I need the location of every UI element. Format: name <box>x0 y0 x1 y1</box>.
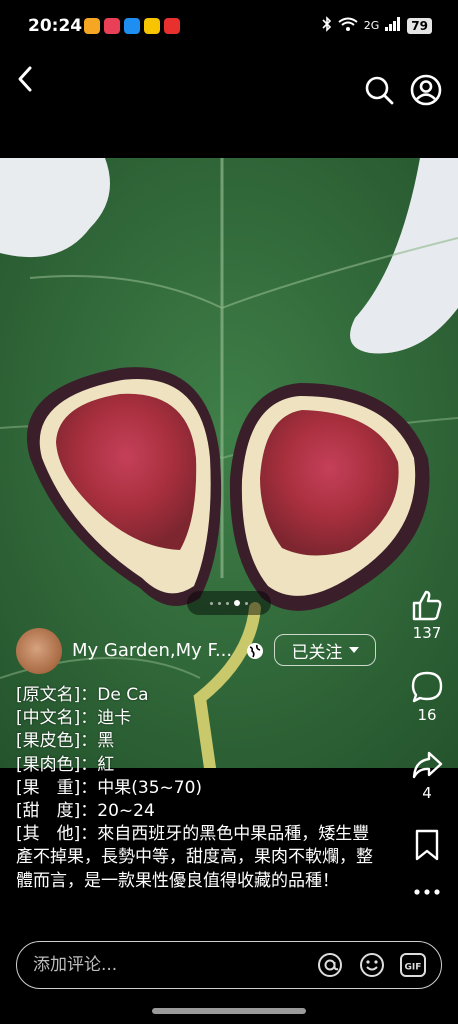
post-caption: [原文名]：De Ca [中文名]：迪卡 [果皮色]：黑 [果肉色]：紅 [果 … <box>16 684 376 893</box>
author-name[interactable]: My Garden,My F... <box>72 640 232 661</box>
caption-line: [中文名]：迪卡 <box>16 708 132 729</box>
chevron-down-icon <box>348 647 359 653</box>
chevron-left-icon <box>18 66 32 92</box>
notification-icons <box>84 18 180 34</box>
app-notification-icon <box>84 18 100 34</box>
pager-dot <box>210 601 213 605</box>
comment-button[interactable]: 16 <box>402 670 452 724</box>
bookmark-button[interactable] <box>402 828 452 862</box>
profile-icon <box>410 74 442 106</box>
signal-icon <box>385 17 401 34</box>
pager-dot-active <box>234 600 240 606</box>
fig-photo-illustration <box>0 158 458 768</box>
pager-dot <box>245 601 248 605</box>
status-bar: 20:24 2G 79 <box>0 0 458 56</box>
follow-button[interactable]: 已关注 <box>274 634 376 666</box>
profile-button[interactable] <box>410 74 442 106</box>
gif-icon: GIF <box>400 953 426 977</box>
status-time: 20:24 <box>28 16 83 36</box>
back-button[interactable] <box>12 62 40 96</box>
mention-button[interactable] <box>317 952 343 978</box>
emoji-icon <box>360 953 384 977</box>
emoji-button[interactable] <box>359 952 385 978</box>
battery-indicator: 79 <box>407 17 432 34</box>
post-photo[interactable] <box>0 158 458 768</box>
share-count: 4 <box>422 784 432 802</box>
more-icon <box>414 889 440 895</box>
globe-icon <box>246 642 264 660</box>
at-icon <box>318 953 342 977</box>
like-count: 137 <box>412 624 442 642</box>
network-label: 2G <box>363 19 380 32</box>
gif-button[interactable]: GIF <box>400 952 426 978</box>
bookmark-icon <box>415 829 439 861</box>
app-notification-icon <box>164 18 180 34</box>
follow-label: 已关注 <box>291 642 343 663</box>
caption-line: [果 重]：中果(35~70) <box>16 777 203 798</box>
comment-bar: GIF <box>16 941 442 989</box>
caption-line: [果肉色]：紅 <box>16 754 115 775</box>
thumbs-up-icon <box>412 590 442 621</box>
home-indicator[interactable] <box>152 1008 306 1014</box>
pager-dot <box>226 601 229 605</box>
status-indicators: 2G 79 <box>322 16 432 35</box>
avatar[interactable] <box>16 628 62 674</box>
image-pager <box>187 591 271 615</box>
comment-icon <box>411 671 443 703</box>
search-button[interactable] <box>364 75 394 105</box>
author-row: My Garden,My F... 已关注 <box>16 628 396 674</box>
app-notification-icon <box>124 18 140 34</box>
caption-line: [其 他]：來自西班牙的黑色中果品種，矮生豐產不掉果，長勢中等，甜度高，果肉不軟… <box>16 824 373 891</box>
like-button[interactable]: 137 <box>402 588 452 642</box>
share-icon <box>412 751 443 779</box>
share-button[interactable]: 4 <box>402 748 452 802</box>
comment-count: 16 <box>417 706 437 724</box>
app-notification-icon <box>104 18 120 34</box>
caption-line: [甜 度]：20~24 <box>16 801 155 822</box>
pager-dot <box>218 601 221 605</box>
wifi-icon <box>338 17 358 34</box>
caption-line: [果皮色]：黑 <box>16 731 115 752</box>
caption-line: [原文名]：De Ca <box>16 685 149 705</box>
comment-input[interactable] <box>33 942 303 988</box>
app-notification-icon <box>144 18 160 34</box>
bluetooth-icon <box>322 16 332 35</box>
gif-label: GIF <box>405 963 422 973</box>
more-options-button[interactable] <box>402 884 452 900</box>
search-icon <box>365 76 394 105</box>
